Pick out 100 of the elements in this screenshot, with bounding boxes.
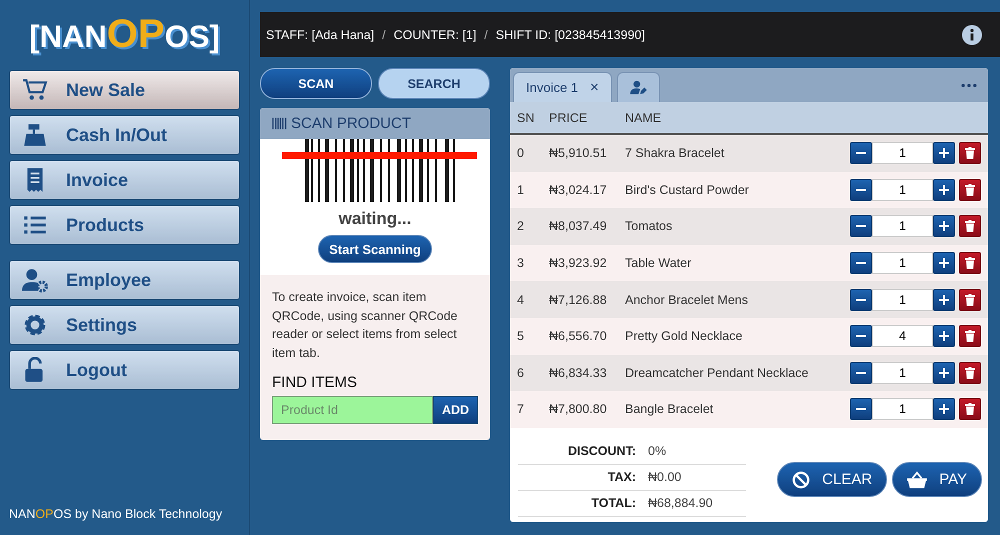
table-cell-text: 5 bbox=[516, 329, 525, 344]
table-cell-text: 3 bbox=[516, 256, 525, 270]
menu-item[interactable]: Employee bbox=[9, 260, 240, 300]
plus-button[interactable] bbox=[933, 178, 955, 201]
info-icon[interactable] bbox=[962, 24, 982, 44]
table-cell-text: Bird's Custard Powder bbox=[625, 182, 750, 197]
status-text: waiting... bbox=[338, 209, 412, 229]
menu-item[interactable]: Cash In/Out bbox=[9, 115, 240, 155]
summary-value: ₦68,884.90 bbox=[648, 496, 713, 510]
invoice-tab[interactable] bbox=[616, 72, 660, 102]
minus-button[interactable] bbox=[850, 252, 872, 274]
table-cell-text: ₦5,910.51 bbox=[549, 146, 608, 160]
table-cell-text: Anchor Bracelet Mens bbox=[625, 292, 749, 307]
trash-icon bbox=[965, 366, 975, 379]
minus-button[interactable] bbox=[850, 288, 872, 311]
add-button[interactable]: ADD bbox=[433, 396, 478, 424]
summary-label: TOTAL: bbox=[590, 496, 637, 510]
help-text: To create invoice, scan item QRCode, using scanner QRCode reader or select items from select item tab. bbox=[272, 289, 459, 362]
quantity-field[interactable]: 1 bbox=[872, 178, 933, 201]
table-cell-text: Tomatos bbox=[625, 219, 674, 234]
trash-icon bbox=[965, 184, 975, 196]
plus-button[interactable] bbox=[933, 325, 955, 348]
plus-button[interactable] bbox=[933, 252, 955, 274]
section-title: FIND ITEMS bbox=[272, 374, 358, 391]
table-cell-text: ₦7,126.88 bbox=[549, 292, 608, 307]
ban-icon bbox=[792, 470, 810, 489]
quantity-field[interactable]: 1 bbox=[872, 252, 933, 274]
column-header: PRICE bbox=[549, 110, 588, 124]
table-cell-text: 7 Shakra Bracelet bbox=[625, 146, 726, 160]
summary-value: 0% bbox=[648, 444, 666, 458]
plus-button[interactable] bbox=[933, 288, 955, 311]
menu-item[interactable]: Settings bbox=[9, 305, 240, 345]
table-cell-text: 2 bbox=[516, 219, 525, 234]
column-header: NAME bbox=[625, 110, 662, 124]
product-id-field[interactable]: Product Id bbox=[272, 396, 433, 424]
plus-button[interactable] bbox=[933, 215, 955, 238]
plus-button[interactable] bbox=[933, 362, 955, 384]
quantity-field[interactable]: 1 bbox=[872, 398, 933, 420]
mode-tab[interactable]: SCAN bbox=[260, 68, 372, 99]
delete-button[interactable] bbox=[959, 215, 981, 238]
delete-button[interactable] bbox=[959, 362, 981, 384]
menu-item[interactable]: Logout bbox=[9, 350, 240, 390]
table-cell-text: Bangle Bracelet bbox=[625, 402, 714, 416]
plus-icon bbox=[939, 184, 949, 195]
plus-icon bbox=[939, 148, 949, 158]
quantity-field[interactable]: 1 bbox=[872, 215, 933, 238]
menu-item[interactable]: Products bbox=[9, 205, 240, 245]
delete-button[interactable] bbox=[959, 325, 981, 348]
plus-button[interactable] bbox=[933, 142, 955, 164]
table-cell-text: 1 bbox=[516, 182, 525, 197]
table-cell-text: ₦6,834.33 bbox=[549, 366, 608, 380]
table-cell-text: 4 bbox=[516, 292, 525, 307]
table-cell-text: Table Water bbox=[625, 256, 692, 270]
trash-icon bbox=[965, 403, 975, 416]
delete-button[interactable] bbox=[959, 142, 981, 164]
separator: / bbox=[484, 28, 488, 42]
quantity-field[interactable]: 4 bbox=[872, 325, 933, 348]
delete-button[interactable] bbox=[959, 178, 981, 201]
minus-button[interactable] bbox=[850, 398, 872, 420]
quantity-field[interactable]: 1 bbox=[872, 288, 933, 311]
plus-button[interactable] bbox=[933, 398, 955, 420]
start-scanning-button[interactable]: Start Scanning bbox=[318, 235, 432, 263]
table-cell-text: 7 bbox=[516, 402, 525, 416]
close-icon[interactable]: × bbox=[590, 79, 599, 96]
minus-button[interactable] bbox=[850, 178, 872, 201]
summary-label: DISCOUNT: bbox=[566, 444, 637, 458]
menu-item[interactable]: New Sale bbox=[9, 70, 240, 110]
table-cell-text: 0 bbox=[516, 146, 525, 160]
plus-icon bbox=[939, 404, 949, 414]
plus-icon bbox=[939, 294, 949, 305]
trash-icon bbox=[965, 147, 975, 160]
trash-icon bbox=[965, 257, 975, 270]
delete-button[interactable] bbox=[959, 398, 981, 420]
table-cell-text: ₦7,800.80 bbox=[549, 402, 608, 416]
delete-button[interactable] bbox=[959, 252, 981, 274]
mode-tab[interactable]: SEARCH bbox=[378, 68, 490, 99]
info-text: COUNTER: [1] bbox=[394, 28, 476, 42]
footer-credit: NANOPOS by Nano Block Technology bbox=[9, 507, 224, 521]
more-icon[interactable] bbox=[960, 82, 978, 88]
summary-value: ₦0.00 bbox=[648, 470, 682, 484]
plus-icon bbox=[939, 368, 949, 378]
plus-icon bbox=[939, 221, 949, 232]
barcode-icon bbox=[272, 116, 287, 131]
minus-button[interactable] bbox=[850, 142, 872, 164]
minus-button[interactable] bbox=[850, 325, 872, 348]
menu-item[interactable]: Invoice bbox=[9, 160, 240, 200]
invoice-tab[interactable]: Invoice 1 × bbox=[513, 72, 612, 102]
plus-icon bbox=[939, 258, 949, 268]
clear-button[interactable]: CLEAR bbox=[777, 462, 888, 498]
summary-label: TAX: bbox=[606, 470, 637, 484]
delete-button[interactable] bbox=[959, 288, 981, 311]
pay-button[interactable]: PAY bbox=[892, 462, 982, 498]
trash-icon bbox=[965, 220, 975, 232]
panel-title: SCAN PRODUCT bbox=[291, 115, 412, 132]
quantity-field[interactable]: 1 bbox=[872, 362, 933, 384]
minus-button[interactable] bbox=[850, 362, 872, 384]
tab-label: Invoice 1 bbox=[526, 80, 578, 95]
user-gear-icon bbox=[22, 267, 48, 293]
minus-button[interactable] bbox=[850, 215, 872, 238]
quantity-field[interactable]: 1 bbox=[872, 142, 933, 164]
